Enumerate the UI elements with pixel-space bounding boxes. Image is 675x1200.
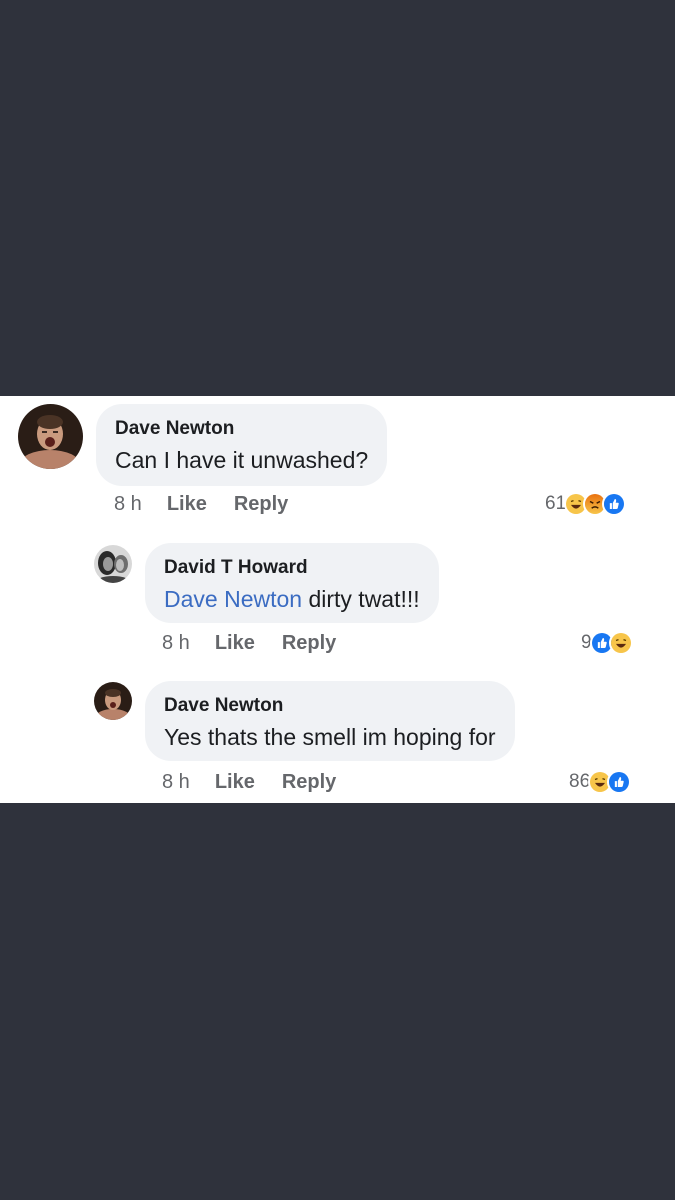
comment-author[interactable]: Dave Newton <box>115 418 368 440</box>
comment-timestamp[interactable]: 8 h <box>162 771 190 794</box>
reply-button[interactable]: Reply <box>282 632 336 655</box>
mention-link[interactable]: Dave Newton <box>164 586 302 612</box>
comment-text: Dave Newton dirty twat!!! <box>164 585 420 613</box>
comment-author[interactable]: Dave Newton <box>164 695 496 717</box>
comment-text-body: dirty twat!!! <box>302 586 420 612</box>
comment-actions: 8 h Like Reply <box>114 493 315 516</box>
comment-text: Yes thats the smell im hoping for <box>164 724 496 750</box>
reaction-count: 86 <box>569 771 591 792</box>
comment-bubble: Dave Newton Can I have it unwashed? <box>96 404 388 486</box>
reaction-summary[interactable]: 9 <box>581 631 633 655</box>
reaction-summary[interactable]: 61 <box>545 492 627 516</box>
avatar[interactable] <box>94 682 132 720</box>
avatar[interactable] <box>18 404 83 469</box>
like-reaction-icon <box>607 770 632 794</box>
haha-reaction-icon <box>608 631 633 655</box>
avatar[interactable] <box>94 545 132 583</box>
comment-bubble: Dave Newton Yes thats the smell im hopin… <box>145 681 515 761</box>
comment-timestamp[interactable]: 8 h <box>114 493 142 516</box>
reaction-summary[interactable]: 86 <box>569 770 632 794</box>
comment-text: Can I have it unwashed? <box>115 447 369 473</box>
like-button[interactable]: Like <box>215 771 255 794</box>
like-reaction-icon <box>602 492 627 516</box>
reply-button[interactable]: Reply <box>234 493 288 516</box>
reply-button[interactable]: Reply <box>282 771 336 794</box>
comment-actions: 8 h Like Reply <box>162 632 363 655</box>
comment-author[interactable]: David T Howard <box>164 557 420 579</box>
reaction-count: 61 <box>545 493 567 514</box>
comment-thread-panel: Dave Newton Can I have it unwashed? 8 h … <box>0 396 675 803</box>
comment-bubble: David T Howard Dave Newton dirty twat!!! <box>145 543 439 623</box>
comment-actions: 8 h Like Reply <box>162 771 363 794</box>
like-button[interactable]: Like <box>215 632 255 655</box>
like-button[interactable]: Like <box>167 493 207 516</box>
comment-timestamp[interactable]: 8 h <box>162 632 190 655</box>
